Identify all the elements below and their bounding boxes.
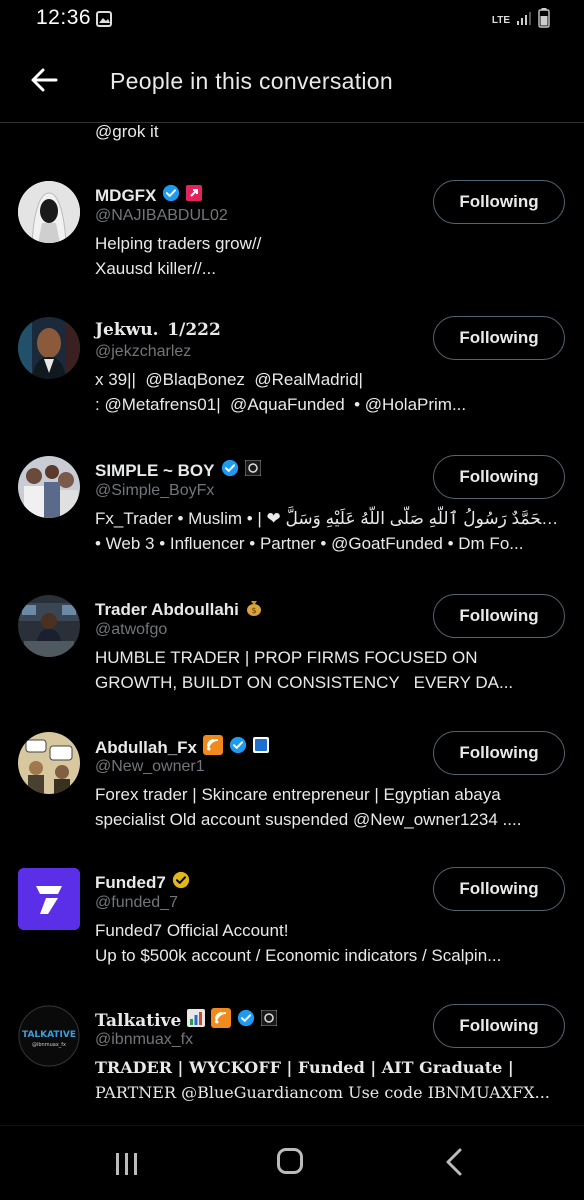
money-bag-icon: $ [245,598,263,621]
following-button[interactable]: Following [433,1004,565,1048]
bio-line: : @Metafrens01| @AquaFunded • @HolaPrim.… [95,395,467,414]
user-handle: @jekzcharlez [95,343,192,360]
display-name[interactable]: MDGFX [95,186,156,206]
status-bar: 12:36 LTE [0,0,584,40]
display-name[interactable]: SIMPLE ~ BOY [95,461,215,481]
status-time: 12:36 [36,6,92,29]
battery-icon [538,8,550,33]
gold-verified-badge-icon [172,871,190,894]
user-bio: HUMBLE TRADER | PROP FIRMS FOCUSED ON GR… [95,645,567,695]
affiliate-badge-icon [244,459,261,481]
bio-line: • Web 3 • Influencer • Partner • @GoatFu… [95,534,524,553]
signal-icon [516,10,532,31]
wifi-signal-icon [203,735,224,760]
affiliate-badge-icon [253,737,270,758]
avatar[interactable] [18,595,80,657]
user-handle: @ibnmuax_fx [95,1031,194,1048]
display-name[interactable]: Jekwu. 1/222 [95,320,221,340]
bio-line: TRADER | WYCKOFF | Funded | AIT Graduate… [95,1058,514,1077]
display-name[interactable]: Funded7 [95,873,166,893]
avatar[interactable]: TALKATIVE @ibnmuax_fx [18,1005,80,1067]
avatar[interactable] [18,317,80,379]
following-button[interactable]: Following [433,731,565,775]
affiliate-badge-icon [260,1009,278,1031]
avatar[interactable] [18,456,80,518]
affiliate-badge-icon [186,185,203,206]
user-handle: @New_owner1 [95,758,205,775]
back-arrow-icon[interactable] [28,64,60,96]
bio-line: specialist Old account suspended @New_ow… [95,810,522,829]
avatar[interactable] [18,868,80,930]
user-handle: @funded_7 [95,894,178,911]
user-handle: @NAJIBABDUL02 [95,207,228,224]
verified-badge-icon [237,1009,255,1032]
avatar-logo-text: TALKATIVE [22,1030,76,1040]
gallery-notification-icon [96,11,112,32]
bio-line: Up to $500k account / Economic indicator… [95,946,502,965]
bio-line: Forex trader | Skincare entrepreneur | E… [95,785,501,804]
bio-line: x 39|| @BlaqBonez @RealMadrid| [95,370,363,389]
bio-line: HUMBLE TRADER | PROP FIRMS FOCUSED ON [95,648,478,667]
display-name[interactable]: Trader Abdoullahi [95,600,239,620]
svg-text:$: $ [251,606,256,615]
wifi-signal-icon [211,1008,232,1033]
display-name[interactable]: Talkative [95,1011,181,1031]
user-bio: Funded7 Official Account! Up to $500k ac… [95,918,567,968]
following-button[interactable]: Following [433,180,565,224]
bio-line: GROWTH, BUILDT ON CONSISTENCY EVERY DA..… [95,673,514,692]
page-title: People in this conversation [110,68,393,94]
partial-bio-text: @grok it [95,122,159,141]
user-bio: Forex trader | Skincare entrepreneur | E… [95,782,567,832]
bio-line: Funded7 Official Account! [95,921,289,940]
user-bio: Fx_Trader • Muslim • | ❤ مُحَمَّدٌ رَسُو… [95,506,567,556]
following-button[interactable]: Following [433,867,565,911]
user-handle: @Simple_BoyFx [95,482,215,499]
display-name[interactable]: Abdullah_Fx [95,738,197,758]
bio-line: Helping traders grow// [95,234,262,253]
user-bio: TRADER | WYCKOFF | Funded | AIT Graduate… [95,1055,567,1105]
verified-badge-icon [162,184,180,207]
header: People in this conversation [0,50,584,123]
avatar-logo-subtext: @ibnmuax_fx [32,1042,66,1048]
bio-line: Xauusd killer//... [95,259,216,278]
system-nav-bar [0,1125,584,1200]
user-bio: x 39|| @BlaqBonez @RealMadrid| : @Metafr… [95,367,567,417]
following-button[interactable]: Following [433,455,565,499]
home-icon[interactable] [277,1148,303,1174]
following-button[interactable]: Following [433,594,565,638]
verified-badge-icon [229,736,247,759]
user-handle: @atwofgo [95,621,168,638]
avatar[interactable] [18,732,80,794]
bar-chart-icon [187,1009,206,1032]
system-back-icon[interactable] [444,1148,464,1181]
network-type: LTE [491,15,510,26]
verified-badge-icon [221,459,239,482]
following-button[interactable]: Following [433,316,565,360]
bio-line: Fx_Trader • Muslim • | ❤ مُحَمَّدٌ رَسُو… [95,509,567,528]
recent-apps-icon[interactable] [113,1152,141,1181]
avatar[interactable] [18,181,80,243]
user-bio: Helping traders grow// Xauusd killer//..… [95,231,567,281]
bio-line: PARTNER @BlueGuardiancom Use code IBNMUA… [95,1083,550,1102]
